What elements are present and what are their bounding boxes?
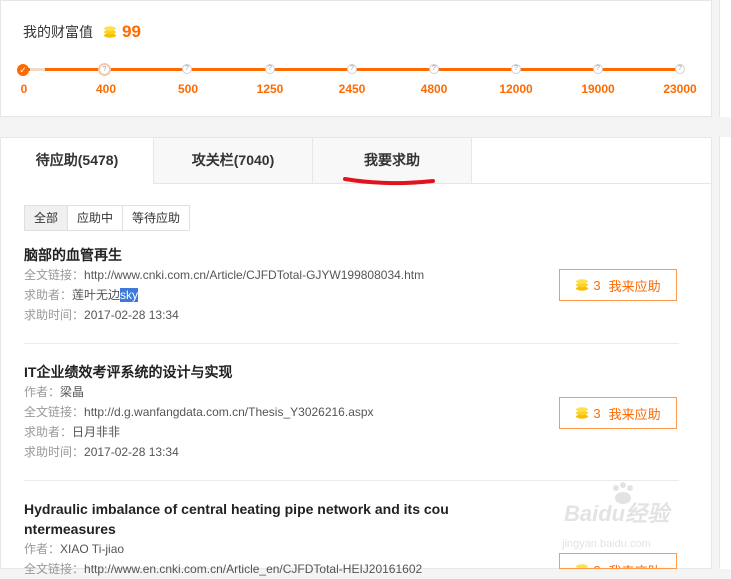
reward-points: 3 [593, 277, 601, 293]
level-label: 500 [177, 82, 199, 96]
level-node-0-checkmark-icon: ✓ [17, 64, 29, 76]
item-divider [24, 343, 679, 344]
level-node-23000: ? [675, 64, 685, 74]
level-label: 2450 [338, 82, 366, 96]
answer-button[interactable]: 3 我来应助 [559, 553, 677, 569]
level-label: 12000 [499, 82, 533, 96]
filter-awaiting[interactable]: 等待应助 [123, 206, 190, 230]
level-node-500: ? [182, 64, 192, 74]
status-filter-group: 全部 应助中 等待应助 [24, 205, 191, 231]
level-node-1250: ? [265, 64, 275, 74]
answer-button[interactable]: 3 我来应助 [559, 269, 677, 301]
wealth-panel [0, 0, 712, 117]
coin-stack-icon [576, 279, 589, 291]
answer-button[interactable]: 3 我来应助 [559, 397, 677, 429]
request-time-row: 求助时间：2017-02-28 13:34 [24, 308, 179, 322]
red-underline-annotation [343, 177, 435, 186]
level-node-19000: ? [593, 64, 603, 74]
level-node-4800: ? [429, 64, 439, 74]
wealth-value: 99 [122, 22, 141, 41]
request-author: 梁晶 [60, 385, 85, 399]
request-title[interactable]: 脑部的血管再生 [24, 245, 679, 265]
request-author: XIAO Ti-jiao [60, 542, 125, 556]
answer-button-label: 我来应助 [609, 561, 661, 569]
request-link[interactable]: http://d.g.wanfangdata.com.cn/Thesis_Y30… [84, 405, 374, 419]
reward-points: 3 [593, 405, 601, 421]
answer-button-label: 我来应助 [608, 278, 661, 294]
filter-all[interactable]: 全部 [25, 206, 69, 230]
right-column-edge [719, 137, 731, 569]
coin-stack-icon [576, 407, 589, 419]
requester-name: 日月非非 [72, 425, 121, 439]
level-label: 1250 [256, 82, 284, 96]
level-progress-remaining [30, 68, 45, 71]
request-time: 2017-02-28 13:34 [84, 308, 179, 322]
request-time: 2017-02-28 13:34 [84, 445, 179, 459]
tab-tackle-board[interactable]: 攻关栏(7040) [154, 138, 313, 183]
request-title[interactable]: IT企业绩效考评系统的设计与实现 [24, 362, 679, 382]
item-divider [24, 480, 679, 481]
reward-points: 3 [593, 563, 600, 569]
level-label: 19000 [581, 82, 615, 96]
level-label: 400 [95, 82, 117, 96]
coin-stack-icon [104, 26, 116, 38]
watermark-url: jingyan.baidu.com [562, 538, 651, 550]
requester-name: 莲叶无边 [72, 288, 121, 302]
request-link[interactable]: http://www.en.cnki.com.cn/Article_en/CJF… [84, 562, 422, 576]
wealth-label: 我的财富值 [23, 24, 93, 40]
right-column-edge [719, 0, 731, 117]
coin-stack-icon [576, 564, 589, 568]
tab-pending-help[interactable]: 待应助(5478) [1, 138, 154, 184]
level-label: 0 [20, 82, 28, 96]
level-node-12000: ? [511, 64, 521, 74]
level-node-2450: ? [347, 64, 357, 74]
filter-in-progress[interactable]: 应助中 [68, 206, 124, 230]
level-node-400: ? [98, 63, 111, 76]
request-link[interactable]: http://www.cnki.com.cn/Article/CJFDTotal… [84, 268, 424, 282]
wealth-summary: 我的财富值 99 [23, 22, 141, 42]
level-label: 23000 [663, 82, 697, 96]
requester-name-selection: sky [120, 288, 139, 302]
request-time-row: 求助时间：2017-02-28 13:34 [24, 445, 179, 459]
answer-button-label: 我来应助 [608, 406, 661, 422]
level-label: 4800 [420, 82, 448, 96]
watermark-brand: Baidu经验 [564, 501, 670, 526]
